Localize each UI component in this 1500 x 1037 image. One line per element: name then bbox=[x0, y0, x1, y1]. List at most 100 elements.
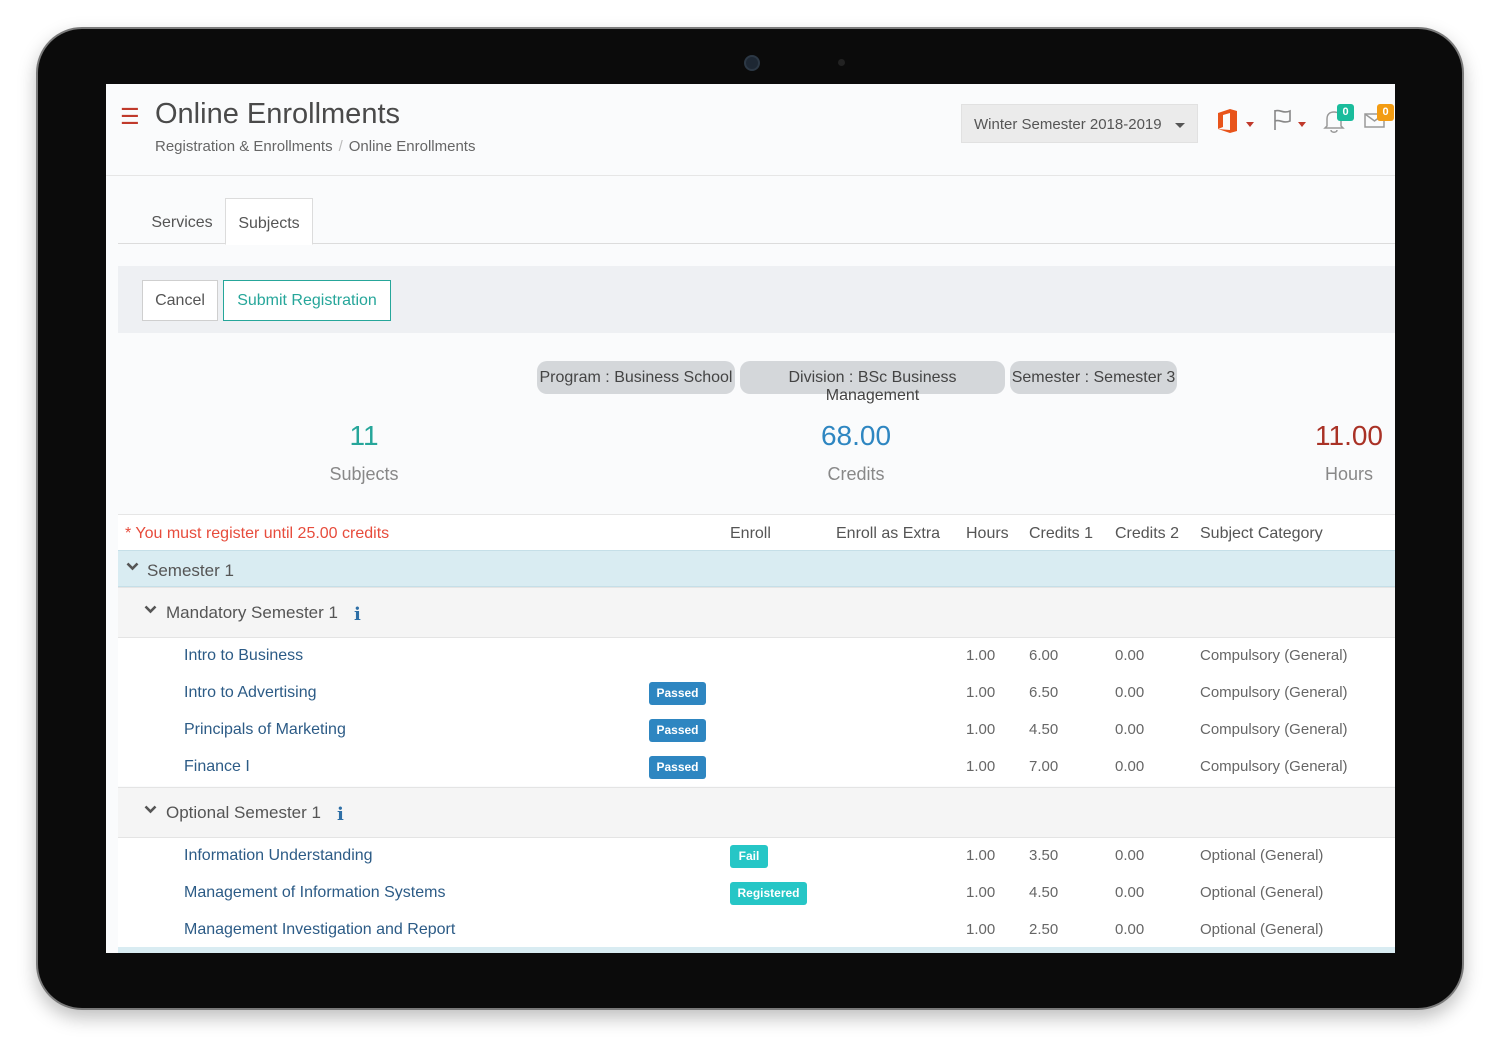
cancel-button[interactable]: Cancel bbox=[142, 280, 218, 321]
chevron-down-icon bbox=[144, 805, 157, 814]
credits2-cell: 0.00 bbox=[1115, 684, 1145, 701]
flag-menu-button[interactable] bbox=[1271, 108, 1306, 138]
semester-select-value: Winter Semester 2018-2019 bbox=[974, 116, 1162, 133]
hours-total: 11.00 bbox=[1315, 420, 1383, 451]
breadcrumb: Registration & Enrollments / Online Enroll… bbox=[155, 138, 475, 155]
page-title: Online Enrollments bbox=[155, 98, 400, 130]
semester-pill: Semester : Semester 3 bbox=[1010, 361, 1177, 394]
subject-link[interactable]: Management Investigation and Report bbox=[184, 921, 455, 939]
credits2-cell: 0.00 bbox=[1115, 884, 1145, 901]
column-subject-category: Subject Category bbox=[1200, 525, 1323, 542]
credits1-cell: 2.50 bbox=[1029, 921, 1059, 938]
credits1-cell: 6.00 bbox=[1029, 647, 1059, 664]
table-row: Intro to Business 1.00 6.00 0.00 Compuls… bbox=[118, 638, 1395, 675]
hours-cell: 1.00 bbox=[966, 647, 996, 664]
credits1-cell: 4.50 bbox=[1029, 721, 1059, 738]
semester-group-row[interactable]: Semester 1 bbox=[118, 550, 1395, 587]
messages-button[interactable]: 0 bbox=[1363, 104, 1394, 138]
subject-link[interactable]: Finance I bbox=[184, 758, 250, 776]
column-hours: Hours bbox=[966, 525, 1009, 542]
hours-label: Hours bbox=[1324, 464, 1373, 484]
next-semester-row-edge bbox=[118, 947, 1395, 953]
tab-bar: Services Subjects bbox=[118, 198, 1395, 245]
hours-cell: 1.00 bbox=[966, 884, 996, 901]
notifications-count-badge: 0 bbox=[1337, 104, 1354, 121]
division-pill: Division : BSc Business Management bbox=[740, 361, 1005, 404]
semester-select[interactable]: Winter Semester 2018-2019 bbox=[961, 104, 1198, 143]
menu-icon[interactable]: ☰ bbox=[120, 106, 140, 128]
status-badge: Passed bbox=[649, 719, 706, 742]
tab-services[interactable]: Services bbox=[142, 198, 222, 244]
column-credits-1: Credits 1 bbox=[1029, 525, 1094, 542]
credits-warning: * You must register until 25.00 credits bbox=[125, 525, 390, 542]
credits1-cell: 6.50 bbox=[1029, 684, 1059, 701]
caret-down-icon bbox=[1175, 123, 1185, 128]
subject-link[interactable]: Intro to Advertising bbox=[184, 684, 317, 702]
dropdown-caret-icon bbox=[1298, 122, 1306, 127]
info-icon[interactable]: i bbox=[354, 604, 361, 625]
credits2-cell: 0.00 bbox=[1115, 721, 1145, 738]
column-enroll: Enroll bbox=[730, 525, 771, 542]
category-cell: Compulsory (General) bbox=[1200, 758, 1348, 775]
status-badge: Registered bbox=[730, 882, 807, 905]
hours-cell: 1.00 bbox=[966, 758, 996, 775]
status-badge: Fail bbox=[730, 845, 768, 868]
office-menu-button[interactable] bbox=[1216, 108, 1254, 138]
hours-cell: 1.00 bbox=[966, 721, 996, 738]
table-row: Finance I Passed 1.00 7.00 0.00 Compulso… bbox=[118, 749, 1395, 786]
subject-link[interactable]: Principals of Marketing bbox=[184, 721, 346, 739]
credits2-cell: 0.00 bbox=[1115, 758, 1145, 775]
table-row: Information Understanding Fail 1.00 3.50… bbox=[118, 838, 1395, 875]
group-label: Mandatory Semester 1 bbox=[166, 603, 338, 622]
status-badge: Passed bbox=[649, 682, 706, 705]
hours-cell: 1.00 bbox=[966, 684, 996, 701]
credits2-cell: 0.00 bbox=[1115, 921, 1145, 938]
dropdown-caret-icon bbox=[1246, 122, 1254, 127]
office-icon bbox=[1218, 109, 1237, 133]
app-screen: ☰ Online Enrollments Registration & Enro… bbox=[106, 84, 1395, 953]
category-cell: Compulsory (General) bbox=[1200, 647, 1348, 664]
credits-total: 68.00 bbox=[820, 420, 892, 451]
category-cell: Compulsory (General) bbox=[1200, 684, 1348, 701]
table-row: Principals of Marketing Passed 1.00 4.50… bbox=[118, 712, 1395, 749]
breadcrumb-item-registration[interactable]: Registration & Enrollments bbox=[155, 138, 333, 155]
table-row: Intro to Advertising Passed 1.00 6.50 0.… bbox=[118, 675, 1395, 712]
flag-icon bbox=[1274, 109, 1291, 130]
category-cell: Optional (General) bbox=[1200, 884, 1324, 901]
notifications-button[interactable]: 0 bbox=[1323, 104, 1354, 138]
category-cell: Optional (General) bbox=[1200, 921, 1324, 938]
subject-group-row[interactable]: Mandatory Semester 1 i bbox=[118, 587, 1395, 638]
info-icon[interactable]: i bbox=[337, 804, 344, 825]
table-row: Management Investigation and Report 1.00… bbox=[118, 912, 1395, 949]
page-header: ☰ Online Enrollments Registration & Enro… bbox=[106, 84, 1395, 176]
action-bar: Cancel Submit Registration bbox=[118, 266, 1395, 333]
credits1-cell: 7.00 bbox=[1029, 758, 1059, 775]
chevron-down-icon bbox=[126, 562, 139, 571]
credits1-cell: 4.50 bbox=[1029, 884, 1059, 901]
hours-cell: 1.00 bbox=[966, 847, 996, 864]
messages-count-badge: 0 bbox=[1377, 104, 1394, 121]
credits1-cell: 3.50 bbox=[1029, 847, 1059, 864]
table-header: * You must register until 25.00 credits … bbox=[118, 514, 1395, 550]
status-badge: Passed bbox=[649, 756, 706, 779]
credits-label: Credits bbox=[827, 464, 885, 484]
tab-subjects[interactable]: Subjects bbox=[225, 198, 313, 245]
credits2-cell: 0.00 bbox=[1115, 847, 1145, 864]
submit-registration-button[interactable]: Submit Registration bbox=[223, 280, 391, 321]
subject-link[interactable]: Intro to Business bbox=[184, 647, 303, 665]
category-cell: Optional (General) bbox=[1200, 847, 1324, 864]
subject-group-row[interactable]: Optional Semester 1 i bbox=[118, 787, 1395, 838]
subject-link[interactable]: Management of Information Systems bbox=[184, 884, 445, 902]
chevron-down-icon bbox=[144, 605, 157, 614]
column-credits-2: Credits 2 bbox=[1115, 525, 1180, 542]
subject-link[interactable]: Information Understanding bbox=[184, 847, 373, 865]
category-cell: Compulsory (General) bbox=[1200, 721, 1348, 738]
table-row: Management of Information Systems Regist… bbox=[118, 875, 1395, 912]
column-enroll-extra: Enroll as Extra bbox=[836, 525, 941, 542]
light-sensor bbox=[838, 59, 845, 66]
semester-label: Semester 1 bbox=[147, 561, 234, 580]
breadcrumb-separator: / bbox=[338, 138, 343, 155]
hours-cell: 1.00 bbox=[966, 921, 996, 938]
camera-lens bbox=[744, 55, 760, 71]
program-pill: Program : Business School bbox=[537, 361, 735, 394]
